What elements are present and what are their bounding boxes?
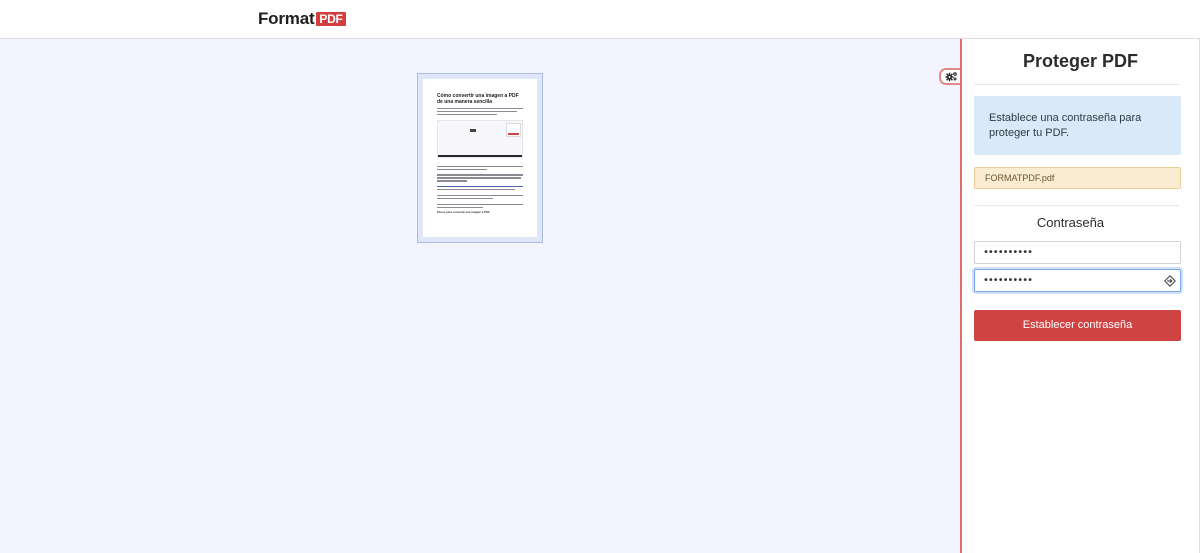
divider	[974, 205, 1179, 206]
info-message: Establece una contraseña para proteger t…	[974, 96, 1181, 155]
thumbnail-title: Cómo convertir una imagen a PDF de una m…	[437, 93, 519, 105]
settings-toggle-button[interactable]	[939, 68, 961, 85]
confirm-password-value: ••••••••••	[983, 275, 1033, 286]
protect-pdf-panel: Proteger PDF Establece una contraseña pa…	[960, 39, 1200, 553]
thumbnail-screenshot	[437, 119, 523, 158]
set-password-button[interactable]: Establecer contraseña	[974, 310, 1181, 341]
file-name-badge: FORMATPDF.pdf	[974, 167, 1181, 189]
key-reveal-icon[interactable]	[1164, 275, 1176, 287]
thumbnail-intro	[437, 108, 525, 116]
pdf-page: Cómo convertir una imagen a PDF de una m…	[423, 79, 537, 237]
logo-badge: PDF	[316, 12, 346, 26]
password-input[interactable]: ••••••••••	[974, 241, 1181, 264]
logo-text: Format	[258, 9, 315, 28]
gears-icon	[944, 72, 957, 82]
thumbnail-subheading: Pasos para convertir una imagen a PDF	[437, 209, 490, 214]
password-section-title: Contraseña	[1036, 215, 1105, 230]
thumbnail-body-text	[437, 165, 525, 208]
pdf-page-thumbnail[interactable]: Cómo convertir una imagen a PDF de una m…	[417, 73, 543, 243]
top-header: Format PDF	[0, 0, 1200, 39]
panel-title: Proteger PDF	[1022, 51, 1139, 71]
document-workspace: Cómo convertir una imagen a PDF de una m…	[0, 39, 961, 553]
divider	[974, 84, 1179, 85]
confirm-password-input[interactable]: ••••••••••	[974, 269, 1181, 292]
formatpdf-logo[interactable]: Format PDF	[258, 9, 346, 28]
